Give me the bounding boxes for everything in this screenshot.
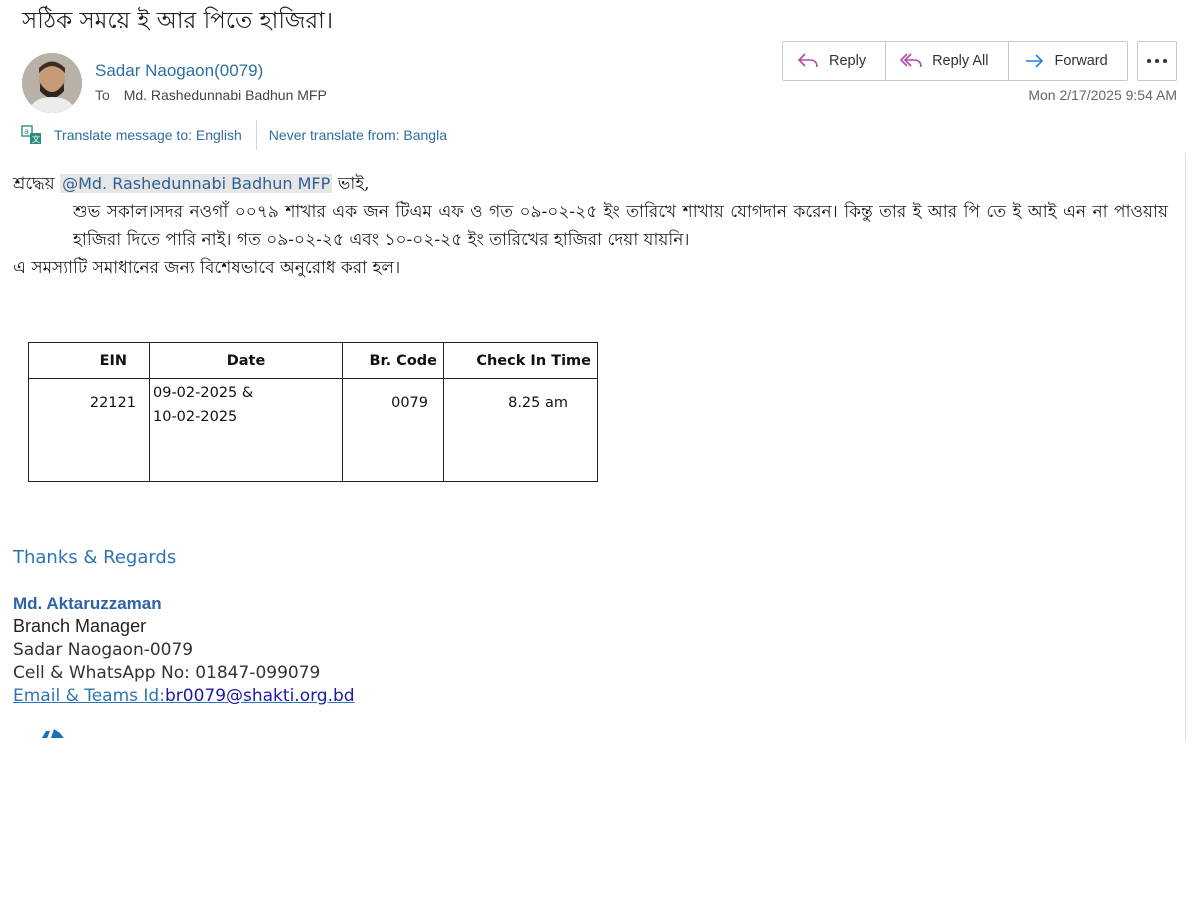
body-paragraph-2: এ সমস্যাটি সমাধানের জন্য বিশেষভাবে অনুরো…: [13, 258, 401, 278]
svg-text:a: a: [24, 127, 29, 136]
message-body: শ্রদ্ধেয় @Md. Rashedunnabi Badhun MFP ভ…: [13, 170, 1168, 282]
signature-branch: Sadar Naogaon-0079: [13, 640, 194, 660]
cell-br-code: 0079: [342, 378, 444, 482]
reply-icon: [797, 53, 818, 68]
cell-date-line1: 09-02-2025 &: [153, 385, 254, 401]
header-date: Date: [149, 342, 343, 379]
signature-block: Thanks & Regards Md. Aktaruzzaman Branch…: [13, 547, 355, 706]
signature-email-line: Email & Teams Id:br0079@shakti.org.bd: [13, 686, 355, 706]
cell-check-in: 8.25 am: [443, 378, 598, 482]
forward-label: Forward: [1054, 53, 1108, 69]
attendance-table: EIN Date Br. Code Check In Time 22121 09…: [28, 342, 598, 482]
to-label: To: [95, 87, 110, 103]
forward-button[interactable]: Forward: [1009, 42, 1127, 80]
logo-fragment-icon: [41, 729, 64, 738]
signature-logo: [36, 726, 86, 738]
signature-email-link[interactable]: br0079@shakti.org.bd: [165, 686, 355, 706]
greeting-suffix: ভাই,: [337, 174, 370, 194]
cell-ein: 22121: [28, 378, 150, 482]
mention-chip[interactable]: @Md. Rashedunnabi Badhun MFP: [60, 174, 333, 193]
reply-all-label: Reply All: [932, 53, 989, 69]
signature-name: Md. Aktaruzzaman: [13, 594, 162, 613]
reply-label: Reply: [829, 53, 867, 69]
greeting-prefix: শ্রদ্ধেয়: [13, 174, 55, 194]
sender-avatar[interactable]: [22, 53, 82, 113]
translate-link[interactable]: Translate message to: English: [54, 127, 242, 143]
table-row: 22121 09-02-2025 & 10-02-2025 0079 8.25 …: [28, 378, 598, 482]
forward-icon: [1025, 54, 1043, 68]
signature-thanks: Thanks & Regards: [13, 547, 177, 568]
message-actions: Reply Reply All Forward: [782, 41, 1128, 81]
reply-all-button[interactable]: Reply All: [886, 42, 1009, 80]
signature-cell: Cell & WhatsApp No: 01847-099079: [13, 663, 321, 683]
scrollbar-track[interactable]: [1185, 153, 1192, 741]
header-check-in-time: Check In Time: [443, 342, 598, 379]
reply-all-icon: [900, 53, 922, 68]
more-actions-button[interactable]: [1137, 41, 1177, 81]
reply-button[interactable]: Reply: [783, 42, 887, 80]
header-br-code: Br. Code: [342, 342, 444, 379]
avatar-photo: [22, 53, 82, 113]
signature-title: Branch Manager: [13, 616, 147, 636]
sender-name[interactable]: Sadar Naogaon(0079): [95, 61, 263, 81]
signature-email-label: Email & Teams Id:: [13, 686, 165, 706]
more-icon: [1147, 59, 1167, 63]
table-header-row: EIN Date Br. Code Check In Time: [28, 342, 598, 379]
cell-date-line2: 10-02-2025: [153, 409, 238, 425]
message-date: Mon 2/17/2025 9:54 AM: [1028, 87, 1177, 103]
greeting-line: শ্রদ্ধেয় @Md. Rashedunnabi Badhun MFP ভ…: [13, 170, 1168, 198]
never-translate-link[interactable]: Never translate from: Bangla: [269, 127, 447, 143]
cell-date: 09-02-2025 & 10-02-2025: [149, 378, 343, 482]
header-ein: EIN: [28, 342, 150, 379]
translate-divider: [255, 120, 257, 150]
recipient-name[interactable]: Md. Rashedunnabi Badhun MFP: [124, 87, 327, 103]
email-subject: সঠিক সময়ে ই আর পিতে হাজিরা।: [22, 8, 334, 34]
body-paragraph-1: শুভ সকাল।সদর নওগাঁ ০০৭৯ শাখার এক জন টিএম…: [73, 202, 1168, 250]
translate-icon: a 文: [21, 125, 41, 144]
translate-bar: a 文 Translate message to: English Never …: [21, 120, 447, 150]
recipient-row: To Md. Rashedunnabi Badhun MFP: [95, 87, 327, 103]
svg-text:文: 文: [32, 134, 40, 144]
